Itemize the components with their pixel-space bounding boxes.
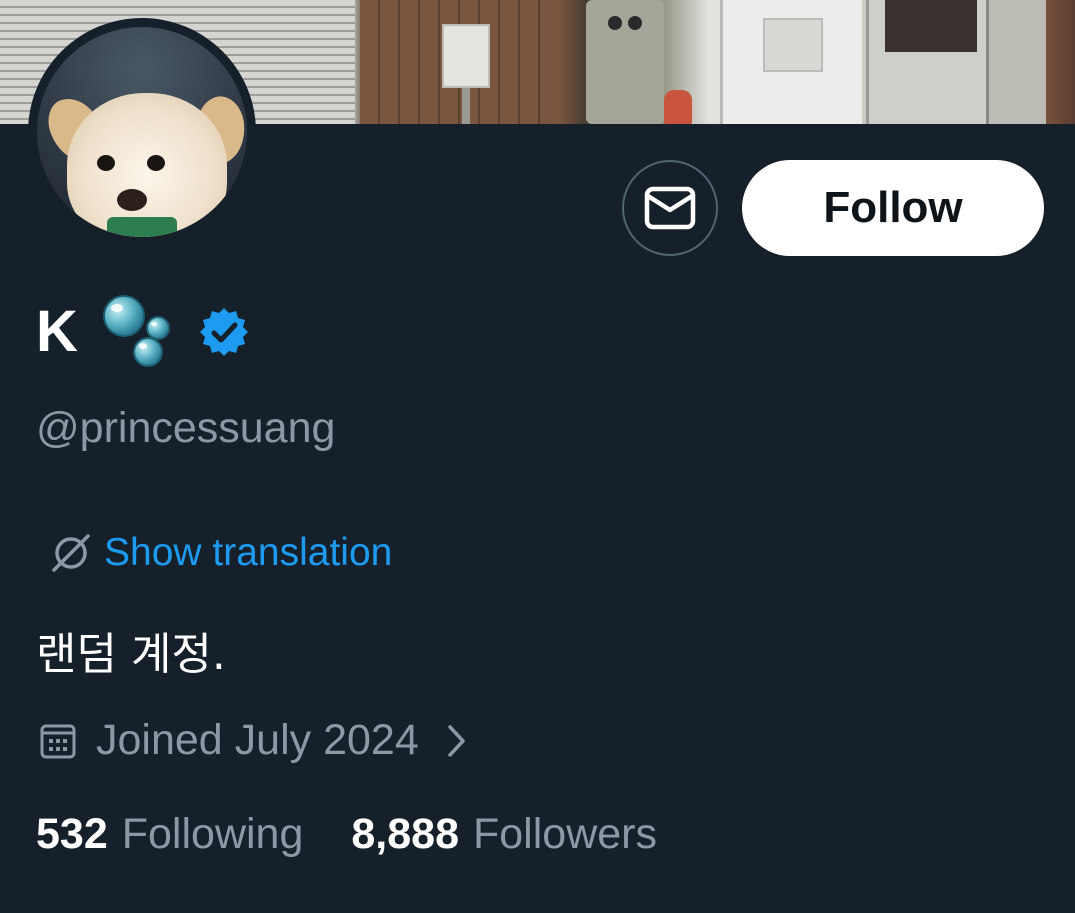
banner-vending-machine-2 — [866, 0, 986, 124]
banner-bin — [586, 0, 664, 124]
following-count: 532 — [36, 810, 108, 858]
follow-stats: 532 Following 8,888 Followers — [36, 810, 657, 859]
banner-hydrant — [664, 90, 692, 124]
banner-vending-machine — [720, 0, 862, 124]
show-translation-label: Show translation — [104, 531, 393, 574]
avatar-image — [37, 27, 247, 237]
calendar-icon — [40, 724, 76, 758]
name-row: K — [36, 292, 250, 372]
following-stat[interactable]: 532 Following — [36, 810, 303, 859]
avatar[interactable] — [28, 18, 256, 246]
chevron-right-icon — [447, 724, 465, 757]
envelope-icon — [644, 186, 696, 230]
joined-date: Joined July 2024 — [96, 716, 419, 764]
followers-count: 8,888 — [351, 810, 459, 858]
show-translation-link[interactable]: Show translation — [48, 530, 392, 576]
joined-date-row[interactable]: Joined July 2024 — [38, 716, 471, 765]
profile-page: Follow K @princessuang Show translation … — [0, 0, 1075, 913]
follow-button[interactable]: Follow — [742, 160, 1044, 256]
followers-label: Followers — [473, 810, 657, 858]
profile-handle: @princessuang — [36, 404, 336, 452]
bubbles-icon — [102, 295, 170, 367]
profile-bio: 랜덤 계정. — [36, 629, 226, 680]
banner-signpole — [462, 88, 470, 124]
following-label: Following — [121, 810, 304, 858]
display-name: K — [36, 299, 78, 364]
globe-slash-icon — [52, 534, 90, 572]
followers-stat[interactable]: 8,888 Followers — [351, 810, 657, 859]
banner-vending-machine-3 — [986, 0, 1046, 124]
message-button[interactable] — [622, 160, 718, 256]
banner-signbox — [442, 24, 490, 88]
verified-badge-icon[interactable] — [198, 306, 250, 358]
